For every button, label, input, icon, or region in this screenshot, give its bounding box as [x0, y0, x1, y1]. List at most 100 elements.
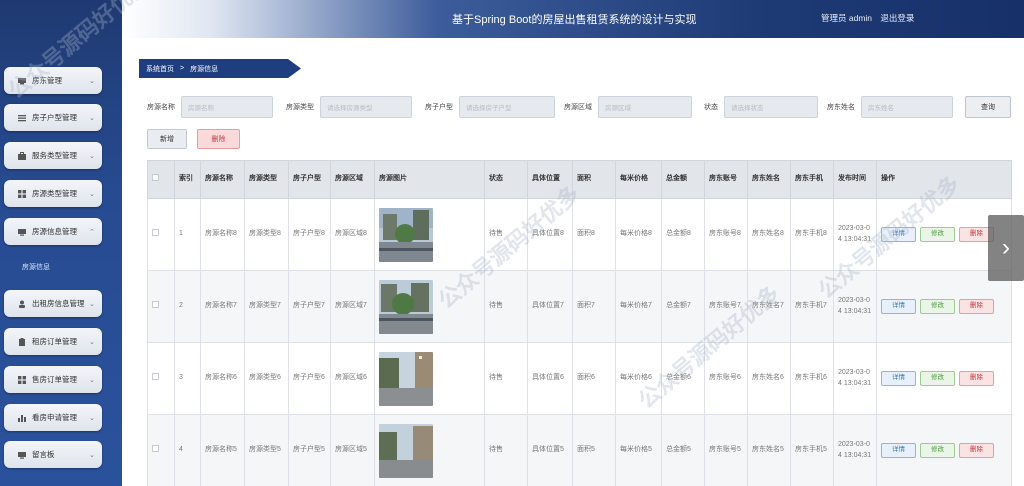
grid-icon — [18, 189, 26, 198]
row-checkbox[interactable] — [152, 228, 159, 236]
name-cell: 房源名称8 — [200, 198, 245, 271]
sidebar-item-label: 房源信息管理 — [32, 227, 77, 236]
sidebar-item-label: 房东管理 — [32, 76, 62, 85]
sidebar-item-property-info[interactable]: 房源信息管理 ⌃ — [4, 218, 102, 245]
property-photo[interactable] — [379, 423, 433, 478]
type-cell: 房源类型7 — [244, 270, 289, 343]
phone-cell: 房东手机6 — [790, 342, 834, 415]
column-header: 房源图片 — [374, 160, 485, 199]
owner-cell: 房东姓名7 — [747, 270, 791, 343]
location-cell: 具体位置8 — [527, 198, 573, 271]
delete-button[interactable]: 删除 — [959, 299, 994, 314]
status-cell: 待售 — [484, 414, 528, 486]
column-header: 房东手机 — [790, 160, 834, 199]
total-cell: 总金额6 — [661, 342, 705, 415]
time-cell: 2023-03-04 13:04:31 — [833, 342, 877, 415]
row-checkbox[interactable] — [152, 300, 159, 308]
column-header: 操作 — [876, 160, 1012, 199]
detail-button[interactable]: 详情 — [881, 371, 916, 386]
name-cell: 房源名称6 — [200, 342, 245, 415]
sidebar-item-rental-info[interactable]: 出租房信息管理 ⌄ — [4, 290, 102, 317]
sidebar-item-message-board[interactable]: 留言板 ⌄ — [4, 441, 102, 468]
next-arrow-button[interactable]: › — [988, 215, 1024, 281]
sidebar-item-sale-orders[interactable]: 售房订单管理 ⌄ — [4, 366, 102, 393]
account-cell: 房东账号8 — [704, 198, 748, 271]
location-cell: 具体位置6 — [527, 342, 573, 415]
area-cell: 面积5 — [572, 414, 616, 486]
region-cell: 房源区域5 — [330, 414, 375, 486]
user-info: 管理员 admin 退出登录 — [821, 12, 920, 24]
sidebar-item-landlord[interactable]: 房东管理 ⌄ — [4, 67, 102, 94]
sidebar-item-property-type[interactable]: 房源类型管理 ⌄ — [4, 180, 102, 207]
detail-button[interactable]: 详情 — [881, 299, 916, 314]
add-button[interactable]: 新增 — [147, 129, 187, 149]
area-cell: 面积8 — [572, 198, 616, 271]
detail-button[interactable]: 详情 — [881, 227, 916, 242]
sidebar-item-viewing-requests[interactable]: 看房申请管理 ⌄ — [4, 404, 102, 431]
property-table: 索引 房源名称 房源类型 房子户型 房源区域 房源图片 状态 具体位置 面积 每… — [147, 160, 1012, 486]
detail-button[interactable]: 详情 — [881, 443, 916, 458]
image-cell — [374, 270, 485, 343]
sidebar-item-label: 留言板 — [32, 450, 55, 459]
select-all-checkbox[interactable] — [152, 173, 159, 181]
chevron-down-icon: ⌄ — [89, 300, 95, 308]
delete-button[interactable]: 删除 — [959, 371, 994, 386]
clipboard-icon — [18, 337, 26, 346]
column-header: 总金额 — [661, 160, 705, 199]
filter-house-layout: 房子户型 请选择房子户型 — [425, 96, 555, 118]
property-region-input[interactable]: 房源区域 — [598, 96, 692, 118]
column-header: 索引 — [174, 160, 201, 199]
location-cell: 具体位置5 — [527, 414, 573, 486]
chevron-down-icon: ⌄ — [89, 451, 95, 459]
edit-button[interactable]: 修改 — [920, 443, 955, 458]
edit-button[interactable]: 修改 — [920, 371, 955, 386]
price-cell: 每米价格7 — [615, 270, 662, 343]
row-select-cell — [147, 270, 175, 343]
house-layout-select[interactable]: 请选择房子户型 — [459, 96, 555, 118]
name-cell: 房源名称5 — [200, 414, 245, 486]
layout-cell: 房子户型6 — [288, 342, 331, 415]
filter-label: 房子户型 — [425, 104, 453, 111]
breadcrumb: 系统首页 > 房源信息 — [139, 59, 301, 78]
logout-link[interactable]: 退出登录 — [880, 13, 914, 23]
total-cell: 总金额8 — [661, 198, 705, 271]
sidebar-item-service-type[interactable]: 服务类型管理 ⌄ — [4, 142, 102, 169]
sidebar-item-label: 房子户型管理 — [32, 113, 77, 122]
search-button[interactable]: 查询 — [965, 96, 1011, 118]
index-cell: 1 — [174, 198, 201, 271]
edit-button[interactable]: 修改 — [920, 227, 955, 242]
batch-delete-button[interactable]: 删除 — [197, 129, 240, 149]
property-photo[interactable] — [379, 207, 433, 262]
property-photo[interactable] — [379, 279, 433, 334]
row-checkbox[interactable] — [152, 444, 159, 452]
property-photo[interactable] — [379, 351, 433, 406]
status-select[interactable]: 请选择状态 — [724, 96, 818, 118]
submenu-item-property-info[interactable]: 房源信息 — [22, 262, 50, 272]
landlord-name-input[interactable]: 房东姓名 — [861, 96, 953, 118]
table-row: 2 房源名称7 房源类型7 房子户型7 房源区域7 待售 具体位置7 面积7 每… — [147, 270, 1012, 343]
sidebar-item-house-layout[interactable]: 房子户型管理 ⌄ — [4, 104, 102, 131]
actions-cell: 详情 修改 删除 — [876, 342, 1012, 415]
user-icon — [18, 77, 26, 85]
filter-landlord-name: 房东姓名 房东姓名 — [827, 96, 953, 118]
sidebar: 房东管理 ⌄ 房子户型管理 ⌄ 服务类型管理 ⌄ 房源类型管理 ⌄ 房源信息管理… — [0, 0, 122, 486]
property-type-select[interactable]: 请选择房源类型 — [320, 96, 412, 118]
phone-cell: 房东手机8 — [790, 198, 834, 271]
area-cell: 面积6 — [572, 342, 616, 415]
filter-property-type: 房源类型 请选择房源类型 — [286, 96, 412, 118]
time-cell: 2023-03-04 13:04:31 — [833, 414, 877, 486]
property-name-input[interactable]: 房源名称 — [181, 96, 273, 118]
breadcrumb-home[interactable]: 系统首页 — [146, 64, 174, 74]
time-cell: 2023-03-04 13:04:31 — [833, 198, 877, 271]
delete-button[interactable]: 删除 — [959, 443, 994, 458]
column-header: 房源名称 — [200, 160, 245, 199]
actions-cell: 详情 修改 删除 — [876, 270, 1012, 343]
status-cell: 待售 — [484, 198, 528, 271]
main-content: 系统首页 > 房源信息 房源名称 房源名称 房源类型 请选择房源类型 房子户型 … — [122, 38, 1024, 486]
sidebar-item-label: 售房订单管理 — [32, 375, 77, 384]
edit-button[interactable]: 修改 — [920, 299, 955, 314]
row-checkbox[interactable] — [152, 372, 159, 380]
filter-label: 状态 — [704, 104, 718, 111]
sidebar-item-rent-orders[interactable]: 租房订单管理 ⌄ — [4, 328, 102, 355]
layout-cell: 房子户型8 — [288, 198, 331, 271]
